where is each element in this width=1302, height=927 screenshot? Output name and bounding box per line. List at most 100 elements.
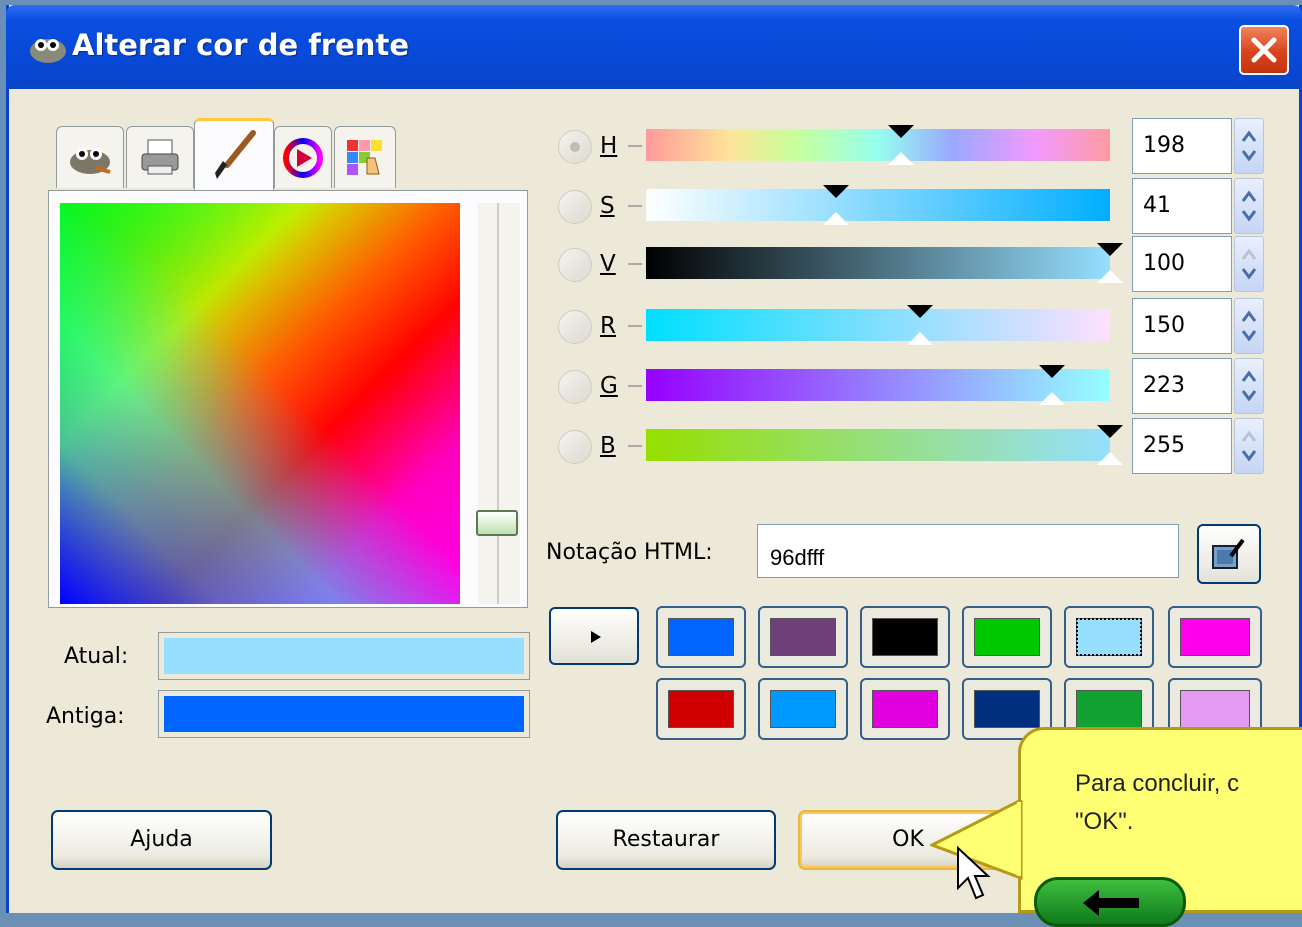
back-arrow-button[interactable]	[1034, 877, 1186, 927]
slider-marker-h[interactable]	[888, 125, 915, 138]
spin-buttons-h[interactable]	[1234, 118, 1264, 174]
spin-buttons-b[interactable]	[1234, 418, 1264, 474]
html-notation-label: Notação HTML:	[546, 540, 713, 565]
channel-label-r: R	[600, 313, 616, 339]
slider-marker-bottom-b	[1097, 452, 1123, 465]
radio-v[interactable]	[558, 248, 592, 282]
slider-marker-bottom-s	[823, 212, 850, 225]
arrow-right-icon	[591, 631, 601, 643]
slider-marker-bottom-r	[906, 332, 933, 345]
history-color-fill	[668, 690, 734, 728]
slider-b[interactable]	[646, 429, 1110, 461]
spin-arrows-icon	[1241, 190, 1257, 222]
slider-v[interactable]	[646, 247, 1110, 279]
tick-v	[628, 263, 642, 265]
history-color-0-0[interactable]	[656, 606, 746, 668]
palette-icon	[347, 139, 382, 175]
close-icon	[1251, 37, 1277, 63]
html-notation-field[interactable]	[757, 524, 1179, 578]
channel-label-s: S	[600, 193, 615, 219]
tab-gimp[interactable]	[56, 126, 124, 188]
history-color-1-2[interactable]	[860, 678, 950, 740]
history-color-0-3[interactable]	[962, 606, 1052, 668]
help-button[interactable]: Ajuda	[51, 810, 272, 870]
spin-field-b[interactable]: 255	[1132, 418, 1232, 474]
value-strip[interactable]	[478, 203, 520, 604]
history-color-0-1[interactable]	[758, 606, 848, 668]
tick-h	[628, 145, 642, 147]
reset-button[interactable]: Restaurar	[556, 810, 776, 870]
spin-field-s[interactable]: 41	[1132, 178, 1232, 234]
history-color-fill	[872, 690, 938, 728]
old-color-fill	[164, 696, 524, 732]
spin-arrows-icon	[1241, 130, 1257, 162]
spin-field-r[interactable]: 150	[1132, 298, 1232, 354]
tab-paintbrush[interactable]	[194, 118, 274, 190]
spin-field-h[interactable]: 198	[1132, 118, 1232, 174]
title-bar[interactable]: Alterar cor de frente	[6, 5, 1302, 89]
tick-r	[628, 325, 642, 327]
slider-marker-s[interactable]	[823, 185, 850, 198]
history-color-fill	[974, 618, 1040, 656]
printer-icon	[141, 139, 179, 174]
color-square-cyan-blend	[60, 203, 460, 604]
value-slider-handle[interactable]	[476, 510, 518, 536]
radio-s[interactable]	[558, 190, 592, 224]
spin-buttons-s[interactable]	[1234, 178, 1264, 234]
slider-marker-b[interactable]	[1097, 425, 1123, 438]
history-color-fill	[1076, 690, 1142, 728]
current-color-swatch	[158, 632, 530, 680]
channel-label-b: B	[600, 433, 616, 459]
radio-b[interactable]	[558, 430, 592, 464]
tab-color-wheel[interactable]	[274, 126, 332, 188]
slider-marker-r[interactable]	[906, 305, 933, 318]
history-color-0-4[interactable]	[1064, 606, 1154, 668]
spin-field-g[interactable]: 223	[1132, 358, 1232, 414]
history-color-fill	[1180, 618, 1250, 656]
spin-buttons-r[interactable]	[1234, 298, 1264, 354]
slider-marker-g[interactable]	[1039, 365, 1065, 378]
tick-s	[628, 205, 642, 207]
history-color-fill	[974, 690, 1040, 728]
slider-h[interactable]	[646, 129, 1110, 161]
close-button[interactable]	[1239, 25, 1289, 75]
history-color-1-0[interactable]	[656, 678, 746, 740]
channel-label-h: H	[600, 133, 618, 159]
value-strip-track	[497, 203, 499, 604]
history-color-fill	[770, 690, 836, 728]
old-color-label: Antiga:	[46, 704, 125, 729]
current-color-fill	[164, 638, 524, 674]
color-picker-button[interactable]	[1197, 524, 1261, 584]
spin-arrows-icon	[1241, 310, 1257, 342]
slider-s[interactable]	[646, 189, 1110, 221]
history-expand-button[interactable]	[549, 607, 639, 665]
slider-r[interactable]	[646, 309, 1110, 341]
history-color-fill	[770, 618, 836, 656]
tab-printer[interactable]	[126, 126, 194, 188]
mouse-cursor-icon	[957, 846, 991, 900]
slider-marker-v[interactable]	[1097, 243, 1123, 256]
spin-buttons-v[interactable]	[1234, 236, 1264, 292]
slider-marker-bottom-h	[888, 152, 915, 165]
tab-palette[interactable]	[334, 126, 396, 188]
eyedropper-icon	[1212, 538, 1245, 569]
history-color-fill	[1076, 618, 1142, 656]
spin-field-v[interactable]: 100	[1132, 236, 1232, 292]
history-color-1-1[interactable]	[758, 678, 848, 740]
radio-g[interactable]	[558, 370, 592, 404]
arrow-left-icon	[1083, 890, 1139, 916]
history-color-0-5[interactable]	[1168, 606, 1262, 668]
channel-label-g: G	[600, 373, 618, 399]
window-title: Alterar cor de frente	[72, 28, 409, 62]
color-wheel-icon	[283, 137, 323, 178]
current-color-label: Atual:	[64, 644, 129, 669]
channel-label-v: V	[600, 251, 616, 277]
radio-r[interactable]	[558, 310, 592, 344]
spin-buttons-g[interactable]	[1234, 358, 1264, 414]
radio-h[interactable]	[558, 130, 592, 164]
spin-arrows-icon	[1241, 430, 1257, 462]
history-color-0-2[interactable]	[860, 606, 950, 668]
paintbrush-icon	[215, 129, 256, 179]
history-color-fill	[872, 618, 938, 656]
tick-g	[628, 385, 642, 387]
